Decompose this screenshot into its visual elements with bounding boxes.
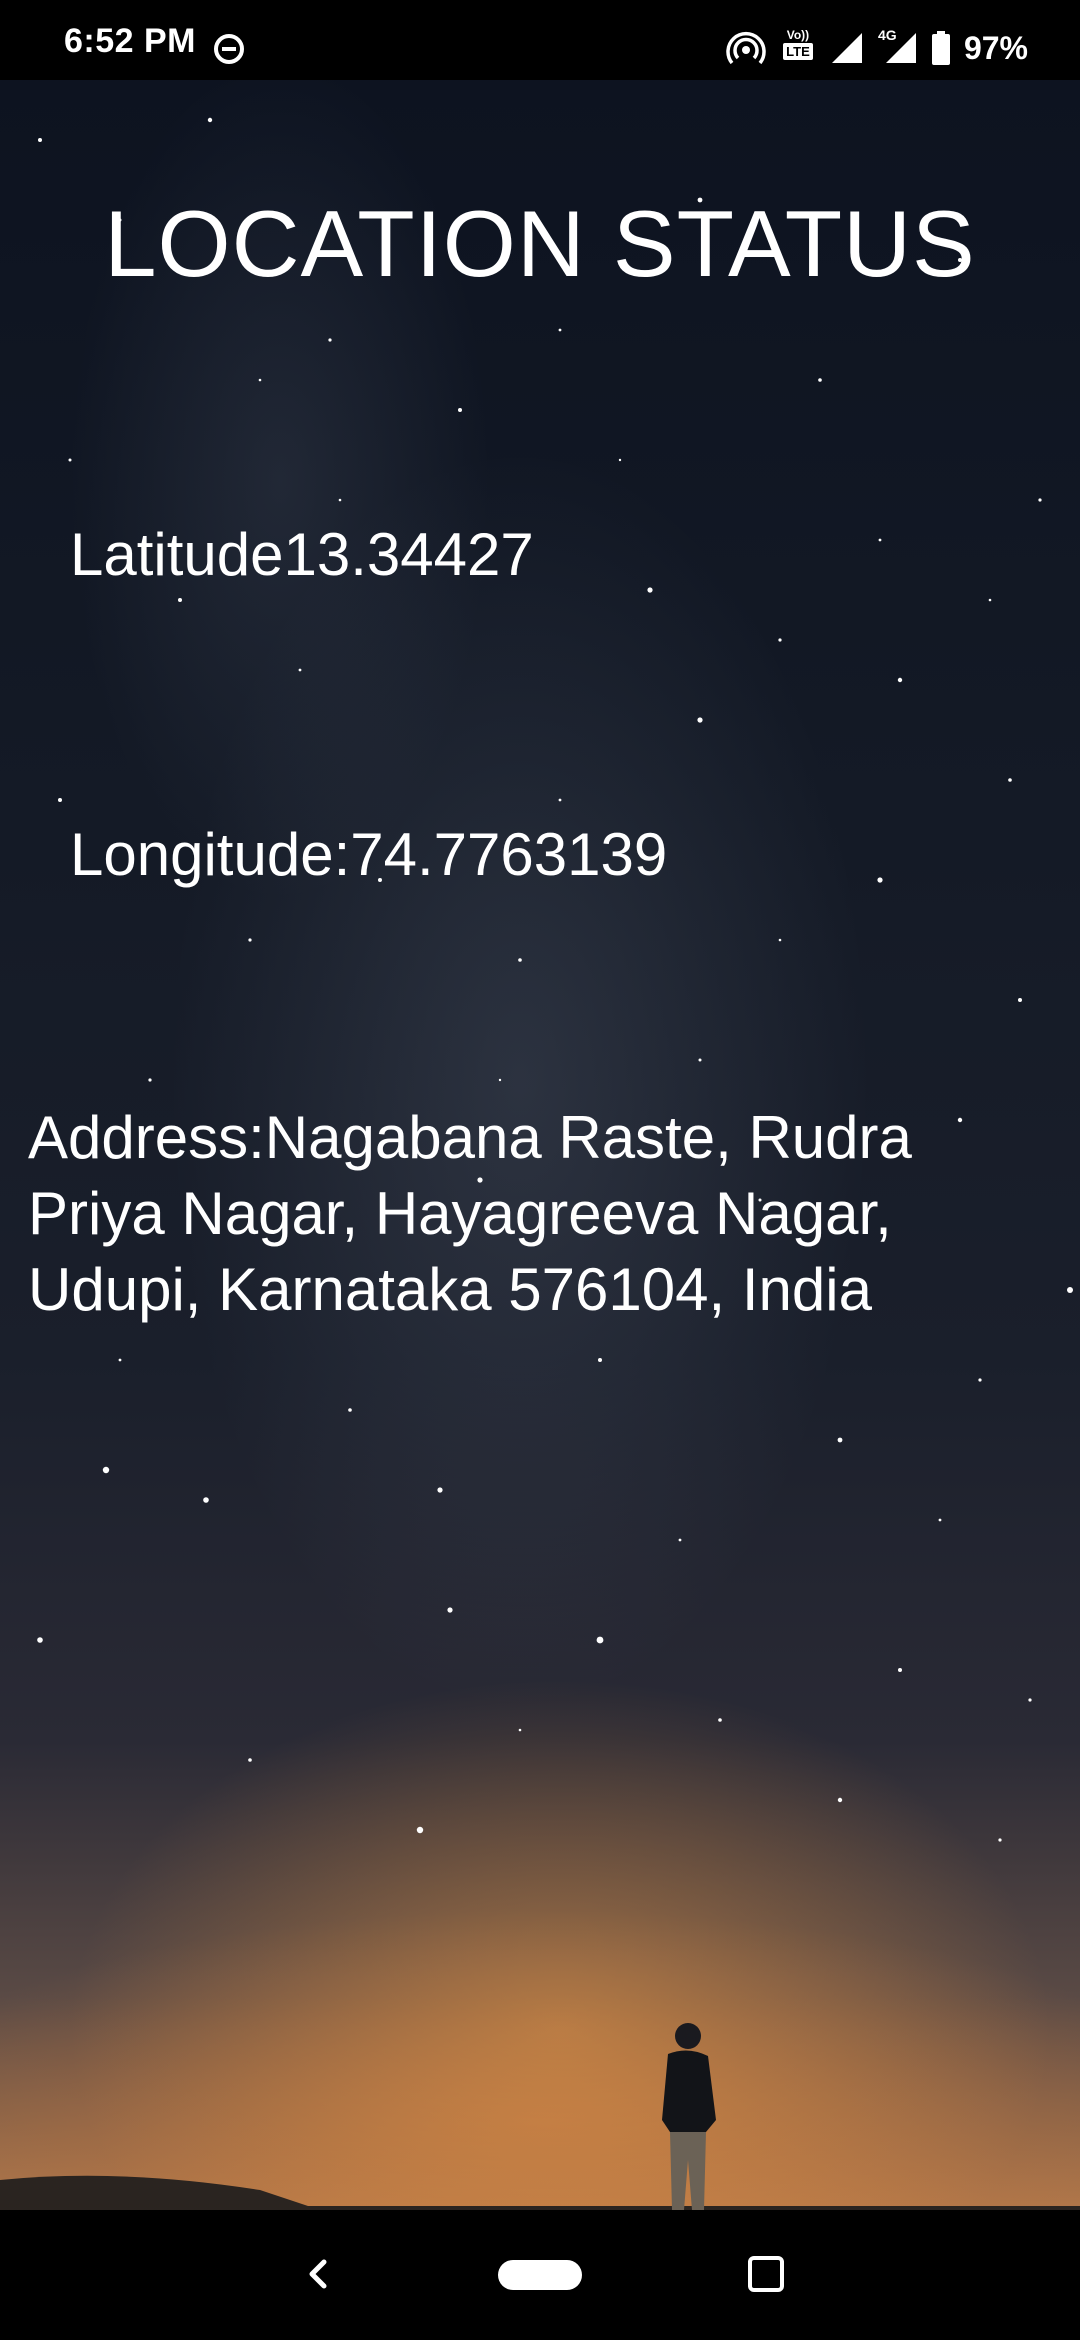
battery-icon [931,31,950,65]
longitude-text: Longitude:74.7763139 [70,821,668,888]
address-text: Address:Nagabana Raste, Rudra Priya Naga… [28,1104,912,1323]
latitude-text: Latitude13.34427 [70,521,534,588]
horizon-hill [0,2175,1080,2210]
battery-percent: 97% [963,29,1028,66]
home-button[interactable] [498,2260,582,2290]
status-time: 6:52 PM [64,22,196,60]
status-icons: Vo)) LTE 4G 97% [726,26,1028,70]
person-silhouette [662,2023,716,2210]
back-icon[interactable] [298,2254,338,2294]
volte-label: Vo)) [786,28,810,42]
night-sky-background: LOCATION STATUS Latitude13.34427 Longitu… [0,80,1080,2210]
network-label: 4G [877,27,897,43]
network-4g-icon: 4G [878,27,918,65]
signal-icon [831,33,862,63]
recents-icon[interactable] [748,2256,784,2292]
app-screen: 6:52 PM Vo)) LTE 4G 97% LOCATION STATUS … [0,0,1080,2340]
do-not-disturb-icon [214,34,244,64]
page-title: LOCATION STATUS [104,191,976,296]
volte-icon: Vo)) LTE [780,29,816,67]
navigation-bar [0,2210,1080,2340]
hotspot-icon [726,32,766,65]
lte-label: LTE [783,43,813,60]
status-bar: 6:52 PM Vo)) LTE 4G 97% [0,0,1080,80]
